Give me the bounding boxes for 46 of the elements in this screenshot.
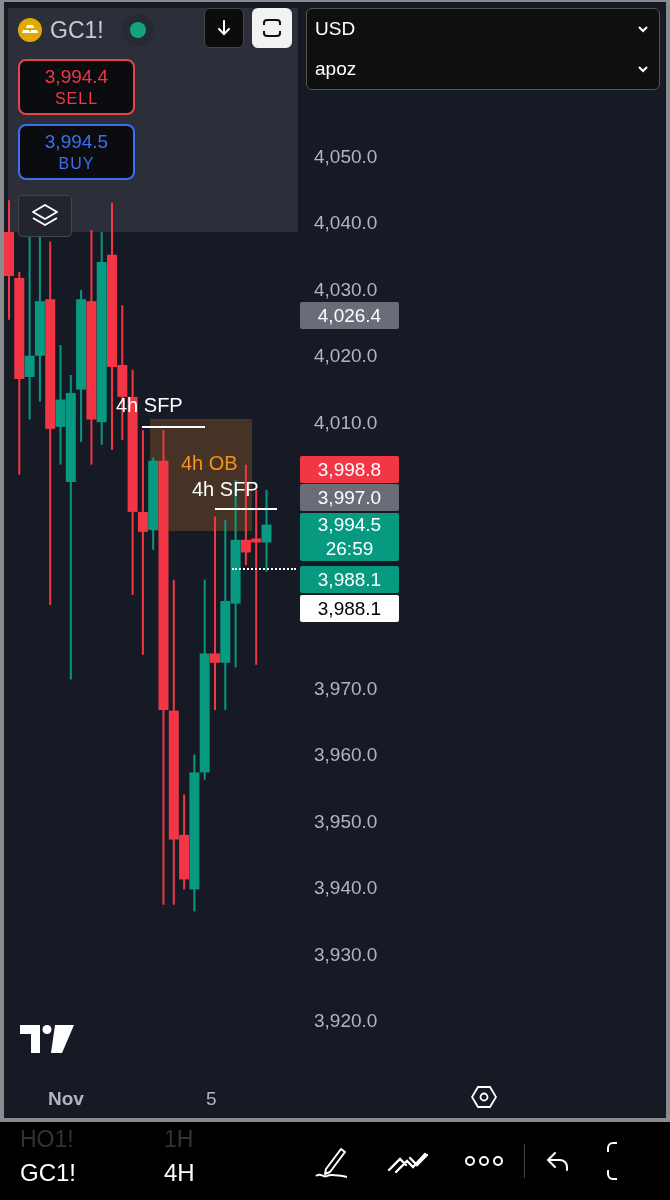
price-value: 3,994.5 xyxy=(317,513,382,537)
price-tick: 4,050.0 xyxy=(314,146,378,168)
price-tick: 4,010.0 xyxy=(314,411,378,434)
dropdown-field[interactable]: USD xyxy=(315,18,649,40)
sell-button[interactable]: 3,994.4 SELL xyxy=(18,59,135,115)
dropdown-value: USD xyxy=(315,18,356,40)
symbol-option[interactable]: GC1! xyxy=(20,1160,160,1186)
annotation-label: 4h OB xyxy=(181,452,238,475)
sfp-marker-line xyxy=(141,426,206,428)
frame-icon xyxy=(261,17,283,39)
logo-icon xyxy=(20,1025,74,1053)
chevron-down-icon xyxy=(637,65,649,73)
price-tick: 3,940.0 xyxy=(314,877,378,900)
price-tick: 4,040.0 xyxy=(314,212,378,235)
price-tick: 3,920.0 xyxy=(314,1010,378,1032)
buy-button[interactable]: 3,994.5 BUY xyxy=(18,124,135,180)
scroll-down-button[interactable] xyxy=(204,8,244,48)
time-label: 5 xyxy=(206,1088,217,1110)
dropdown-value: apoz xyxy=(315,58,357,80)
price-value: 3,997.0 xyxy=(317,485,382,510)
settings-icon[interactable] xyxy=(471,1085,497,1109)
sfp-marker-line xyxy=(214,508,278,510)
bars-stack-icon xyxy=(18,18,42,42)
countdown-timer: 26:59 xyxy=(325,537,374,561)
fullscreen-button[interactable] xyxy=(252,8,292,48)
dropdown-field[interactable]: apoz xyxy=(315,58,649,80)
down-arrow-icon xyxy=(215,19,233,37)
price-tick: 4,030.0 xyxy=(314,278,378,301)
more-icon[interactable] xyxy=(464,1155,504,1167)
price-tick: 3,970.0 xyxy=(314,677,378,700)
price-line xyxy=(232,568,296,570)
price-value: 3,988.1 xyxy=(317,596,382,621)
price-tick: 3,950.0 xyxy=(314,810,378,833)
chevron-down-icon xyxy=(637,25,649,33)
bracket-icon[interactable] xyxy=(605,1141,619,1181)
interval-option[interactable]: 4H xyxy=(164,1160,284,1186)
symbol-name[interactable]: GC1! xyxy=(50,16,104,44)
price-tick: 3,960.0 xyxy=(314,744,378,767)
price-value: 3,988.1 xyxy=(317,567,382,592)
time-label: Nov xyxy=(48,1088,84,1110)
price-value: 3,998.8 xyxy=(317,457,382,482)
price-tick: 4,020.0 xyxy=(314,345,378,368)
layers-button[interactable] xyxy=(18,195,72,237)
price-tick: 3,930.0 xyxy=(314,943,378,966)
undo-icon[interactable] xyxy=(545,1150,571,1172)
price-value: 4,026.4 xyxy=(317,303,382,328)
